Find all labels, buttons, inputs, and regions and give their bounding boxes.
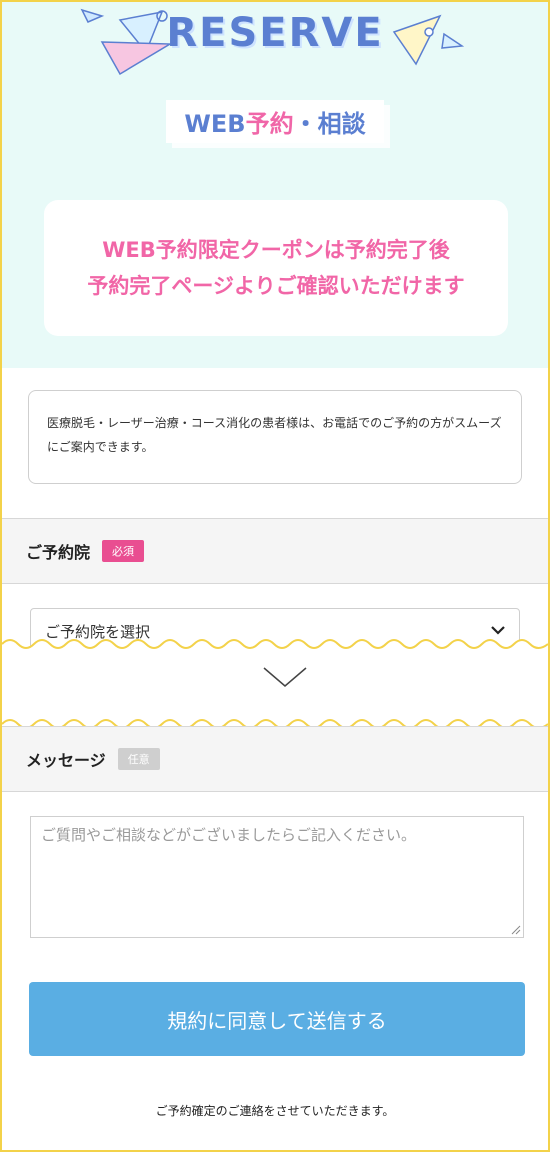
submit-button[interactable]: 規約に同意して送信する <box>29 982 525 1056</box>
phone-notice-text: 医療脱毛・レーザー治療・コース消化の患者様は、お電話でのご予約の方がスムーズにご… <box>47 416 502 454</box>
omission-divider <box>2 639 548 729</box>
optional-badge: 任意 <box>117 748 160 770</box>
coupon-line-2: 予約完了ページよりご確認いただけます <box>87 274 465 298</box>
coupon-line-1: WEB予約限定クーポンは予約完了後 <box>102 238 450 262</box>
message-placeholder: ご質問やご相談などがございましたらご記入ください。 <box>41 826 417 844</box>
message-textarea[interactable]: ご質問やご相談などがございましたらご記入ください。 <box>30 816 524 938</box>
clinic-label: ご予約院 <box>26 543 91 562</box>
subtitle-consult: ・相談 <box>293 110 366 138</box>
hero-section: RESERVE WEB予約・相談 WEB予約限定クーポンは予約完了後 予約完了ペ… <box>2 2 548 368</box>
page-subtitle: WEB予約・相談 <box>166 100 384 143</box>
page-heading: RESERVE <box>166 10 384 56</box>
message-label: メッセージ <box>26 751 106 770</box>
confirmation-note: ご予約確定のご連絡をさせていただきます。 <box>155 1104 395 1118</box>
clinic-section-header: ご予約院 必須 <box>2 518 548 584</box>
reservation-form-panel: RESERVE WEB予約・相談 WEB予約限定クーポンは予約完了後 予約完了ペ… <box>0 0 550 1152</box>
resize-grip-icon[interactable] <box>509 923 521 935</box>
phone-notice-box: 医療脱毛・レーザー治療・コース消化の患者様は、お電話でのご予約の方がスムーズにご… <box>28 390 522 484</box>
message-section-header: メッセージ 任意 <box>2 726 548 792</box>
subtitle-web: WEB <box>184 110 246 138</box>
subtitle-reservation: 予約 <box>245 110 294 138</box>
required-badge: 必須 <box>102 540 145 562</box>
coupon-notice-card: WEB予約限定クーポンは予約完了後 予約完了ページよりご確認いただけます <box>44 200 508 336</box>
